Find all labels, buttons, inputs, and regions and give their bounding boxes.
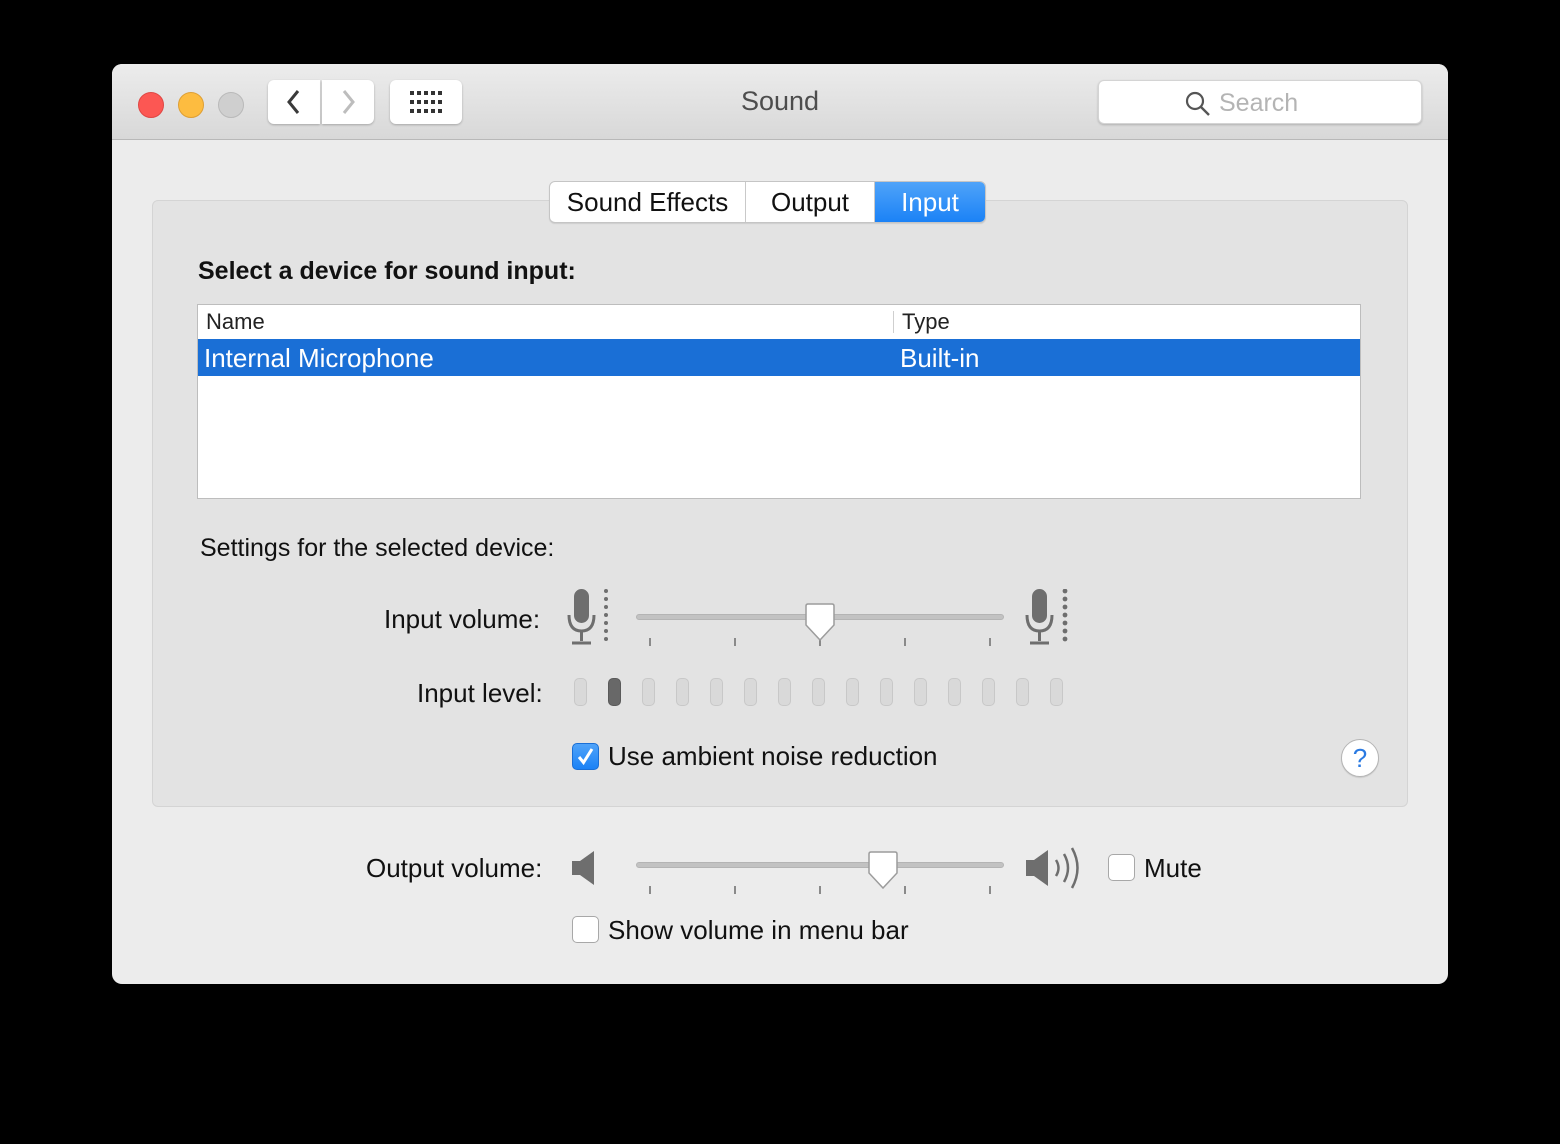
search-icon [1185,91,1210,116]
device-table[interactable]: Name Type Internal Microphone Built-in [197,304,1361,499]
device-name-cell: Internal Microphone [204,343,434,373]
slider-tick [734,638,736,646]
input-level-segment [778,678,791,706]
speaker-low-icon [572,851,594,885]
input-volume-label: Input volume: [384,604,541,634]
device-heading: Select a device for sound input: [198,257,576,285]
output-volume-thumb[interactable] [867,851,899,889]
search-field[interactable] [1098,80,1422,124]
input-volume-thumb[interactable] [804,603,836,641]
sound-preferences-window: Sound Sound Effects Output Input Select … [112,64,1448,984]
slider-tick [904,886,906,894]
output-volume-track[interactable] [636,862,1004,868]
mute-label[interactable]: Mute [1144,853,1202,884]
input-level-segment [914,678,927,706]
checkmark-icon [577,748,594,766]
input-level-segment [1016,678,1029,706]
speaker-high-icon [1026,847,1079,889]
settings-heading: Settings for the selected device: [200,534,555,562]
input-level-segment [642,678,655,706]
noise-reduction-checkbox[interactable] [572,743,599,770]
slider-tick [649,886,651,894]
slider-tick [649,638,651,646]
microphone-high-icon [1025,589,1068,645]
table-row[interactable]: Internal Microphone Built-in [198,339,1360,376]
mute-checkbox[interactable] [1108,854,1135,881]
slider-tick [734,886,736,894]
tab-input[interactable]: Input [875,182,985,222]
show-volume-menu-bar-checkbox[interactable] [572,916,599,943]
input-level-segment [1050,678,1063,706]
titlebar: Sound [112,64,1448,140]
column-header-type[interactable]: Type [902,309,950,335]
table-header: Name Type [198,305,1360,338]
help-icon: ? [1352,743,1368,773]
input-level-segment [676,678,689,706]
input-level-segment [710,678,723,706]
input-level-segment [880,678,893,706]
show-volume-menu-bar-label[interactable]: Show volume in menu bar [608,915,909,946]
column-divider [893,311,894,333]
input-level-segment [948,678,961,706]
input-level-segment [846,678,859,706]
tab-content-box [152,200,1408,807]
help-button[interactable]: ? [1341,739,1379,777]
input-level-label: Input level: [417,678,543,708]
tab-output[interactable]: Output [746,182,875,222]
output-volume-label: Output volume: [366,853,543,883]
microphone-low-icon [567,589,608,645]
slider-tick [989,886,991,894]
device-type-cell: Built-in [900,343,980,373]
input-level-segment [744,678,757,706]
input-level-segment [608,678,621,706]
input-level-segment [982,678,995,706]
input-level-segment [574,678,587,706]
slider-tick [819,886,821,894]
tab-sound-effects[interactable]: Sound Effects [550,182,746,222]
slider-tick [904,638,906,646]
search-input[interactable] [1217,87,1411,119]
slider-tick [989,638,991,646]
input-level-segment [812,678,825,706]
column-header-name[interactable]: Name [206,309,265,335]
tab-bar: Sound Effects Output Input [549,181,986,223]
noise-reduction-label[interactable]: Use ambient noise reduction [608,741,938,772]
